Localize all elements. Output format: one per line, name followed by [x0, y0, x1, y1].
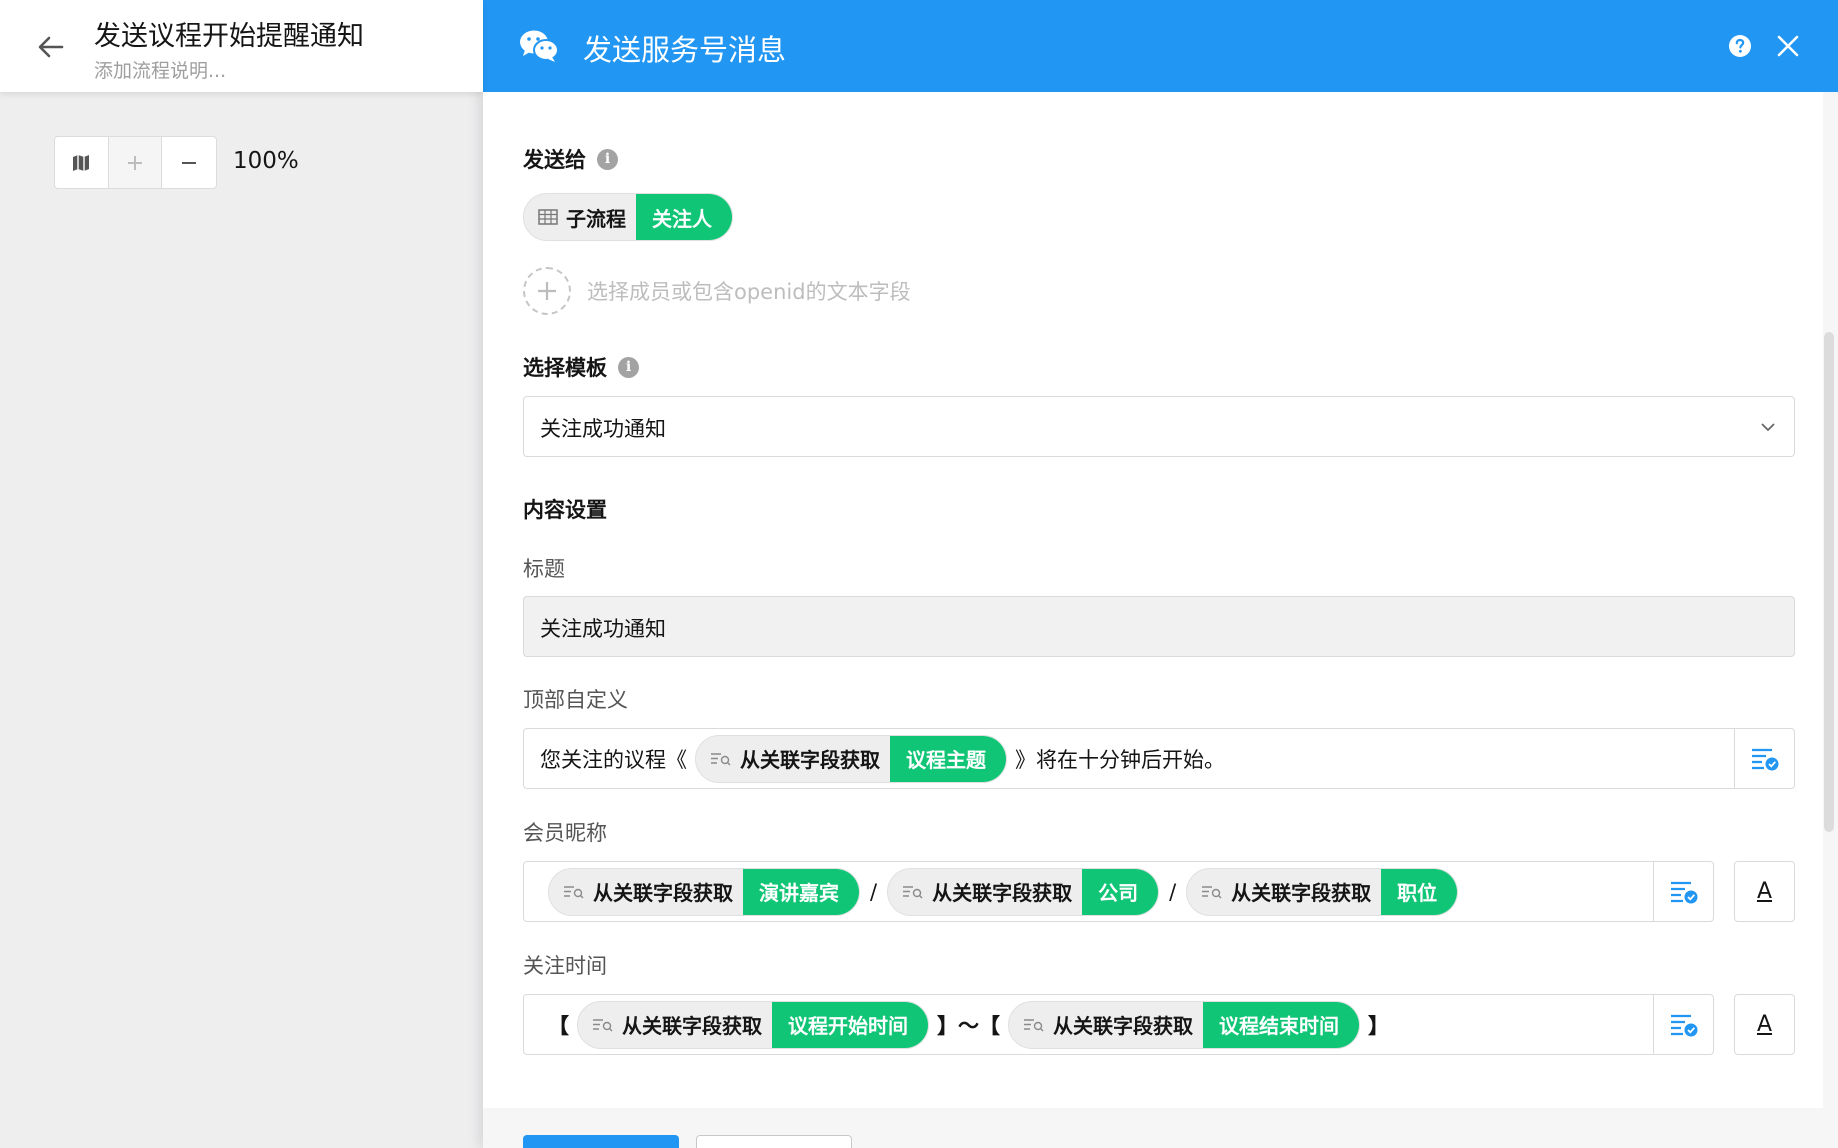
wechat-icon: [520, 30, 559, 62]
open-bracket: 【: [548, 1013, 569, 1038]
panel-body: 发送给 i 子流程 关注人 选择成员或包含openid的文本字段 选择模板 i …: [483, 92, 1823, 1108]
help-icon[interactable]: [1728, 34, 1752, 58]
field-lookup-icon: [1024, 1018, 1044, 1031]
token-source-text: 从关联字段获取: [740, 748, 880, 772]
token-source-text: 从关联字段获取: [593, 881, 733, 905]
separator: /: [1169, 879, 1177, 904]
header-field-label: 顶部自定义: [523, 688, 628, 712]
field-lookup-icon: [1202, 885, 1222, 898]
back-arrow-icon[interactable]: [34, 30, 68, 64]
time-field-content[interactable]: 【 从关联字段获取 议程开始时间 】～【 从关联字段获取 议程结束时间 】: [524, 995, 1653, 1054]
field-token[interactable]: 从关联字段获取 职位: [1186, 867, 1459, 916]
close-bracket: 】: [1368, 1013, 1389, 1038]
minus-icon: [182, 161, 197, 164]
token-source: 从关联字段获取: [1187, 869, 1381, 915]
field-token[interactable]: 从关联字段获取 议程结束时间: [1008, 1000, 1360, 1049]
insert-field-button[interactable]: [1653, 995, 1713, 1054]
field-token[interactable]: 从关联字段获取 议程开始时间: [577, 1000, 929, 1049]
field-lookup-icon: [711, 752, 731, 765]
send-to-label-text: 发送给: [523, 148, 586, 172]
insert-field-icon: [1670, 1014, 1697, 1036]
token-value: 议程开始时间: [762, 1001, 928, 1048]
chevron-down-icon: [1761, 423, 1775, 432]
zoom-out-button[interactable]: [162, 137, 216, 188]
token-source: 从关联字段获取: [578, 1002, 772, 1048]
field-lookup-icon: [593, 1018, 613, 1031]
add-circle: [523, 267, 571, 315]
template-select[interactable]: 关注成功通知: [523, 396, 1795, 457]
token-source: 从关联字段获取: [1009, 1002, 1203, 1048]
close-icon[interactable]: [1774, 32, 1802, 60]
token-source: 从关联字段获取: [888, 869, 1082, 915]
table-icon: [538, 209, 558, 225]
member-field[interactable]: 从关联字段获取 演讲嘉宾 / 从关联字段获取 公司 / 从关联字段获取 职位: [523, 861, 1714, 922]
map-view-button[interactable]: [55, 137, 109, 188]
template-label-text: 选择模板: [523, 356, 607, 380]
token-source: 从关联字段获取: [549, 869, 743, 915]
template-selected-value: 关注成功通知: [540, 417, 666, 441]
member-field-content[interactable]: 从关联字段获取 演讲嘉宾 / 从关联字段获取 公司 / 从关联字段获取 职位: [524, 862, 1653, 921]
recipient-source-text: 子流程: [566, 206, 626, 231]
font-style-button[interactable]: A: [1734, 994, 1795, 1055]
token-value: 议程结束时间: [1193, 1001, 1359, 1048]
title-field-value: 关注成功通知: [540, 617, 666, 641]
field-token[interactable]: 从关联字段获取 议程主题: [695, 734, 1007, 783]
info-icon[interactable]: i: [597, 148, 618, 170]
token-source-text: 从关联字段获取: [932, 881, 1073, 905]
map-icon: [73, 154, 90, 171]
header-field[interactable]: 您关注的议程《 从关联字段获取 议程主题 》将在十分钟后开始。: [523, 728, 1795, 789]
title-field: 关注成功通知: [523, 596, 1795, 657]
range-separator: 】～【: [937, 1013, 1000, 1038]
header-prefix-text: 您关注的议程《: [540, 747, 687, 772]
time-field[interactable]: 【 从关联字段获取 议程开始时间 】～【 从关联字段获取 议程结束时间 】: [523, 994, 1714, 1055]
header-field-content[interactable]: 您关注的议程《 从关联字段获取 议程主题 》将在十分钟后开始。: [524, 729, 1734, 788]
panel-scrollbar[interactable]: [1824, 332, 1834, 832]
font-style-button[interactable]: A: [1734, 861, 1795, 922]
plus-icon: [128, 155, 142, 170]
recipient-tag[interactable]: 子流程 关注人: [523, 193, 733, 241]
token-source: 从关联字段获取: [696, 736, 890, 782]
zoom-level: 100%: [233, 148, 299, 174]
token-value: 公司: [1072, 868, 1159, 915]
recipient-value: 关注人: [626, 194, 732, 240]
content-settings-label: 内容设置: [523, 498, 607, 522]
field-lookup-icon: [903, 885, 923, 898]
token-value: 职位: [1371, 868, 1458, 915]
separator: /: [870, 879, 878, 904]
token-source-text: 从关联字段获取: [622, 1014, 762, 1038]
zoom-in-button[interactable]: [108, 137, 163, 188]
workflow-description[interactable]: 添加流程说明...: [94, 56, 226, 83]
time-field-label: 关注时间: [523, 954, 607, 978]
insert-field-icon: [1751, 748, 1778, 770]
insert-field-button[interactable]: [1653, 862, 1713, 921]
member-field-label: 会员昵称: [523, 821, 607, 845]
panel-header: 发送服务号消息: [483, 0, 1838, 92]
workflow-title[interactable]: 发送议程开始提醒通知: [94, 14, 364, 53]
insert-field-icon: [1670, 881, 1697, 903]
header-suffix-text: 》将在十分钟后开始。: [1015, 747, 1225, 772]
save-button[interactable]: [523, 1135, 679, 1148]
title-field-label: 标题: [523, 557, 565, 581]
panel-title: 发送服务号消息: [583, 33, 787, 67]
add-recipient-hint: 选择成员或包含openid的文本字段: [587, 280, 911, 304]
workflow-header: 发送议程开始提醒通知 添加流程说明...: [0, 0, 483, 92]
token-source-text: 从关联字段获取: [1053, 1014, 1193, 1038]
token-value: 演讲嘉宾: [733, 868, 859, 915]
token-source-text: 从关联字段获取: [1231, 881, 1372, 905]
template-label: 选择模板 i: [523, 352, 639, 382]
node-config-panel: 发送服务号消息 发送给 i 子流程 关注人 选择成员或包含openid的文本字段…: [483, 0, 1838, 1148]
add-recipient-button[interactable]: 选择成员或包含openid的文本字段: [523, 267, 911, 315]
field-token[interactable]: 从关联字段获取 公司: [887, 867, 1160, 916]
cancel-button[interactable]: [696, 1135, 852, 1148]
send-to-label: 发送给 i: [523, 144, 618, 174]
recipient-source: 子流程: [524, 194, 636, 240]
insert-field-button[interactable]: [1734, 729, 1794, 788]
zoom-controls: [54, 136, 217, 189]
token-value: 议程主题: [880, 735, 1006, 782]
plus-icon: [538, 282, 556, 300]
field-token[interactable]: 从关联字段获取 演讲嘉宾: [548, 867, 860, 916]
field-lookup-icon: [564, 885, 584, 898]
info-icon[interactable]: i: [618, 356, 639, 378]
